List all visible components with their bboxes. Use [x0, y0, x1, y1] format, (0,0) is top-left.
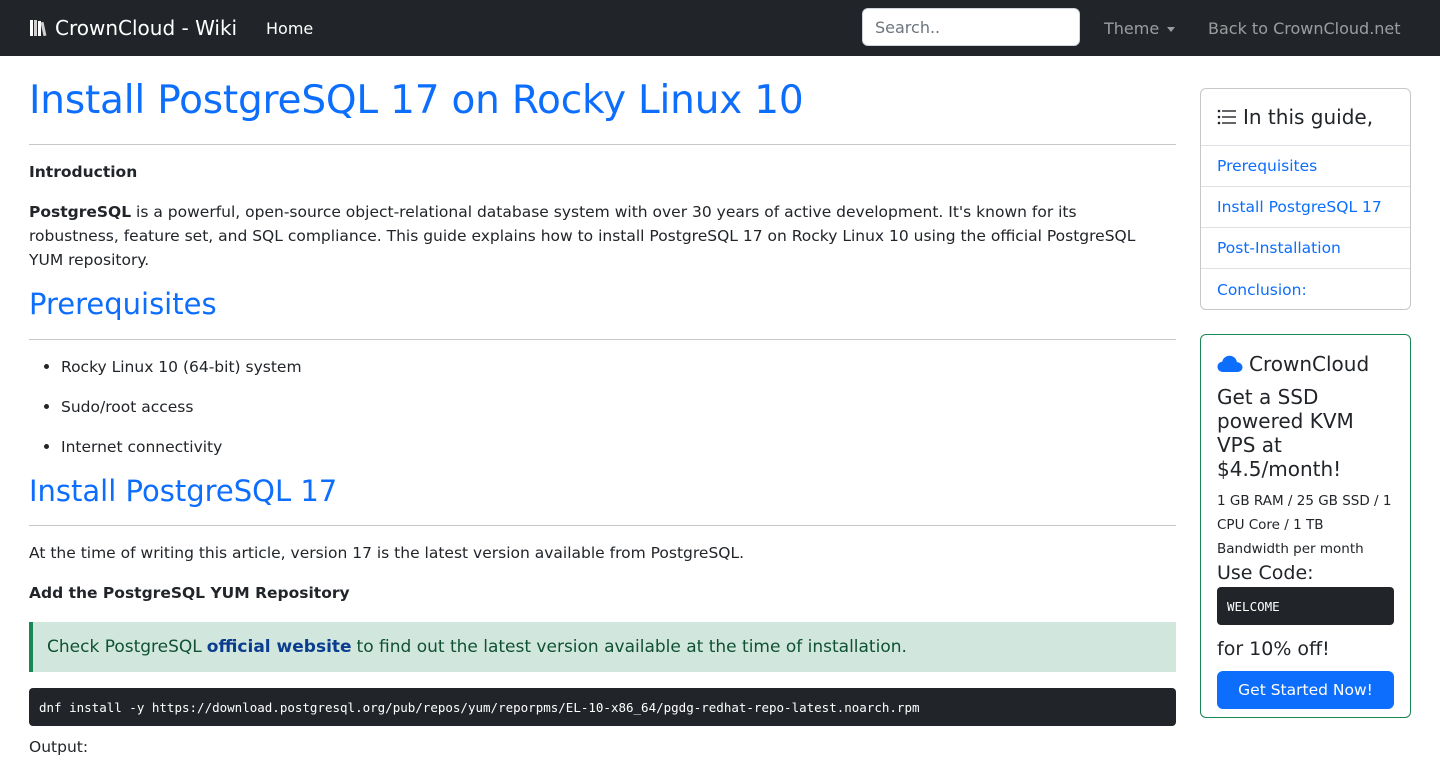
- prerequisites-heading: Prerequisites: [29, 287, 217, 321]
- books-icon: [30, 20, 47, 37]
- get-started-button[interactable]: Get Started Now!: [1217, 671, 1394, 709]
- intro-paragraph: PostgreSQL is a powerful, open-source ob…: [29, 200, 1169, 272]
- theme-dropdown[interactable]: Theme: [1104, 0, 1176, 56]
- alert-prefix: Check PostgreSQL: [47, 637, 202, 657]
- list-item: Internet connectivity: [44, 435, 302, 475]
- toc-item-conclusion[interactable]: Conclusion:: [1201, 269, 1410, 310]
- divider: [29, 144, 1176, 145]
- list-icon: [1217, 109, 1236, 125]
- caret-down-icon: [1167, 26, 1176, 32]
- cloud-icon: [1217, 355, 1243, 372]
- intro-bold: PostgreSQL: [29, 203, 132, 221]
- promo-code[interactable]: WELCOME: [1217, 587, 1394, 625]
- theme-label: Theme: [1104, 18, 1160, 38]
- repo-heading: Add the PostgreSQL YUM Repository: [29, 584, 350, 602]
- intro-heading: Introduction: [29, 163, 138, 181]
- command-code-block[interactable]: dnf install -y https://download.postgres…: [29, 688, 1176, 726]
- promo-headline: Get a SSD powered KVM VPS at $4.5/month!: [1217, 385, 1354, 481]
- brand-link[interactable]: CrownCloud - Wiki: [29, 0, 237, 56]
- output-label: Output:: [29, 738, 89, 756]
- toc-card: In this guide, Prerequisites Install Pos…: [1200, 88, 1411, 310]
- top-navbar: CrownCloud - Wiki Home Theme Back to Cro…: [0, 0, 1440, 56]
- prerequisites-list: Rocky Linux 10 (64-bit) system Sudo/root…: [44, 355, 302, 475]
- promo-specs: 1 GB RAM / 25 GB SSD / 1 CPU Core / 1 TB…: [1217, 493, 1392, 557]
- list-item: Rocky Linux 10 (64-bit) system: [44, 355, 302, 395]
- search-input[interactable]: [862, 8, 1080, 46]
- promo-discount: for 10% off!: [1217, 638, 1330, 660]
- promo-brand: CrownCloud: [1217, 351, 1394, 377]
- page-title: Install PostgreSQL 17 on Rocky Linux 10: [29, 78, 804, 123]
- promo-card: CrownCloud Get a SSD powered KVM VPS at …: [1200, 334, 1411, 718]
- divider: [29, 525, 1176, 526]
- official-website-link[interactable]: official website: [207, 637, 352, 657]
- list-item: Sudo/root access: [44, 395, 302, 435]
- nav-home-link[interactable]: Home: [266, 0, 313, 56]
- intro-text: is a powerful, open-source object-relati…: [29, 203, 1136, 269]
- alert-suffix: to find out the latest version available…: [356, 637, 907, 657]
- toc-item-install[interactable]: Install PostgreSQL 17: [1201, 187, 1410, 228]
- divider: [29, 339, 1176, 340]
- promo-brand-text: CrownCloud: [1249, 352, 1370, 376]
- back-to-crowncloud-link[interactable]: Back to CrownCloud.net: [1208, 0, 1401, 56]
- toc-title: In this guide,: [1243, 105, 1374, 129]
- info-alert: Check PostgreSQL official website to fin…: [29, 622, 1176, 672]
- install-paragraph: At the time of writing this article, ver…: [29, 544, 745, 562]
- install-heading: Install PostgreSQL 17: [29, 474, 338, 508]
- toc-header: In this guide,: [1201, 89, 1410, 146]
- brand-text: CrownCloud - Wiki: [55, 16, 238, 40]
- promo-code-label: Use Code:: [1217, 562, 1314, 584]
- toc-item-post-installation[interactable]: Post-Installation: [1201, 228, 1410, 269]
- toc-item-prerequisites[interactable]: Prerequisites: [1201, 146, 1410, 187]
